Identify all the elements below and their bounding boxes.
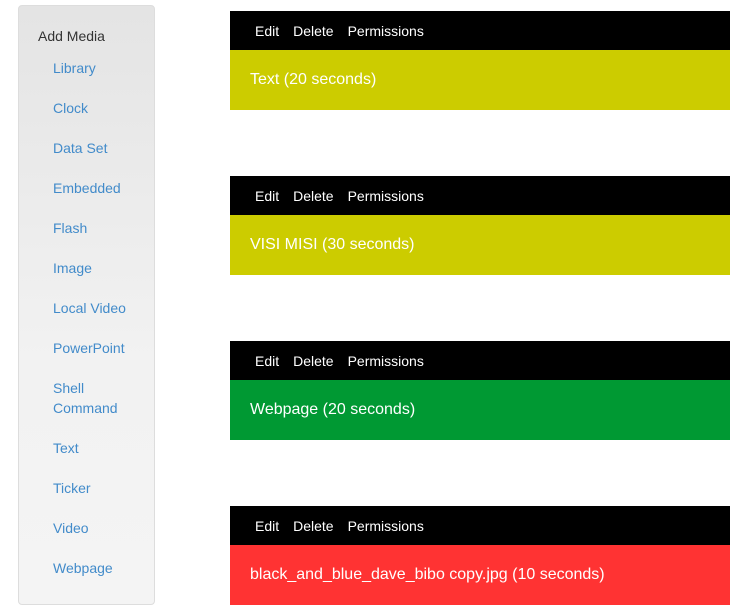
- permissions-button[interactable]: Permissions: [348, 353, 424, 369]
- media-link-data-set[interactable]: Data Set: [53, 138, 133, 158]
- list-item: Shell Command: [53, 378, 153, 418]
- list-item: Ticker: [53, 478, 153, 498]
- media-link-local-video[interactable]: Local Video: [53, 298, 133, 318]
- delete-button[interactable]: Delete: [293, 23, 333, 39]
- list-item: Image: [53, 258, 153, 278]
- media-link-flash[interactable]: Flash: [53, 218, 133, 238]
- item-preview[interactable]: black_and_blue_dave_bibo copy.jpg (10 se…: [230, 545, 730, 605]
- media-link-image[interactable]: Image: [53, 258, 133, 278]
- edit-button[interactable]: Edit: [255, 353, 279, 369]
- timeline-item: Edit Delete Permissions VISI MISI (30 se…: [230, 176, 730, 275]
- item-preview[interactable]: Text (20 seconds): [230, 50, 730, 110]
- timeline-item: Edit Delete Permissions black_and_blue_d…: [230, 506, 730, 605]
- item-toolbar: Edit Delete Permissions: [230, 11, 730, 50]
- media-link-video[interactable]: Video: [53, 518, 133, 538]
- list-item: Text: [53, 438, 153, 458]
- list-item: Webpage: [53, 558, 153, 578]
- item-toolbar: Edit Delete Permissions: [230, 176, 730, 215]
- list-item: Embedded: [53, 178, 153, 198]
- timeline-item: Edit Delete Permissions Text (20 seconds…: [230, 11, 730, 110]
- list-item: Data Set: [53, 138, 153, 158]
- list-item: Flash: [53, 218, 153, 238]
- media-link-ticker[interactable]: Ticker: [53, 478, 133, 498]
- media-link-clock[interactable]: Clock: [53, 98, 133, 118]
- permissions-button[interactable]: Permissions: [348, 518, 424, 534]
- permissions-button[interactable]: Permissions: [348, 23, 424, 39]
- media-type-list: Library Clock Data Set Embedded Flash Im…: [53, 58, 153, 598]
- item-preview[interactable]: Webpage (20 seconds): [230, 380, 730, 440]
- item-preview[interactable]: VISI MISI (30 seconds): [230, 215, 730, 275]
- list-item: Video: [53, 518, 153, 538]
- timeline-item: Edit Delete Permissions Webpage (20 seco…: [230, 341, 730, 440]
- delete-button[interactable]: Delete: [293, 518, 333, 534]
- media-link-text[interactable]: Text: [53, 438, 133, 458]
- media-link-embedded[interactable]: Embedded: [53, 178, 133, 198]
- list-item: Local Video: [53, 298, 153, 318]
- edit-button[interactable]: Edit: [255, 518, 279, 534]
- permissions-button[interactable]: Permissions: [348, 188, 424, 204]
- item-toolbar: Edit Delete Permissions: [230, 341, 730, 380]
- media-link-library[interactable]: Library: [53, 58, 133, 78]
- edit-button[interactable]: Edit: [255, 23, 279, 39]
- media-link-shell-command[interactable]: Shell Command: [53, 378, 133, 418]
- item-label: black_and_blue_dave_bibo copy.jpg (10 se…: [250, 566, 605, 583]
- list-item: Library: [53, 58, 153, 78]
- item-label: Webpage (20 seconds): [250, 401, 416, 418]
- add-media-sidebar: Add Media Library Clock Data Set Embedde…: [18, 5, 155, 605]
- item-label: VISI MISI (30 seconds): [250, 236, 415, 253]
- list-item: Clock: [53, 98, 153, 118]
- sidebar-title: Add Media: [38, 28, 105, 44]
- delete-button[interactable]: Delete: [293, 353, 333, 369]
- item-label: Text (20 seconds): [250, 71, 377, 88]
- delete-button[interactable]: Delete: [293, 188, 333, 204]
- list-item: PowerPoint: [53, 338, 153, 358]
- item-toolbar: Edit Delete Permissions: [230, 506, 730, 545]
- media-link-powerpoint[interactable]: PowerPoint: [53, 338, 133, 358]
- edit-button[interactable]: Edit: [255, 188, 279, 204]
- media-link-webpage[interactable]: Webpage: [53, 558, 133, 578]
